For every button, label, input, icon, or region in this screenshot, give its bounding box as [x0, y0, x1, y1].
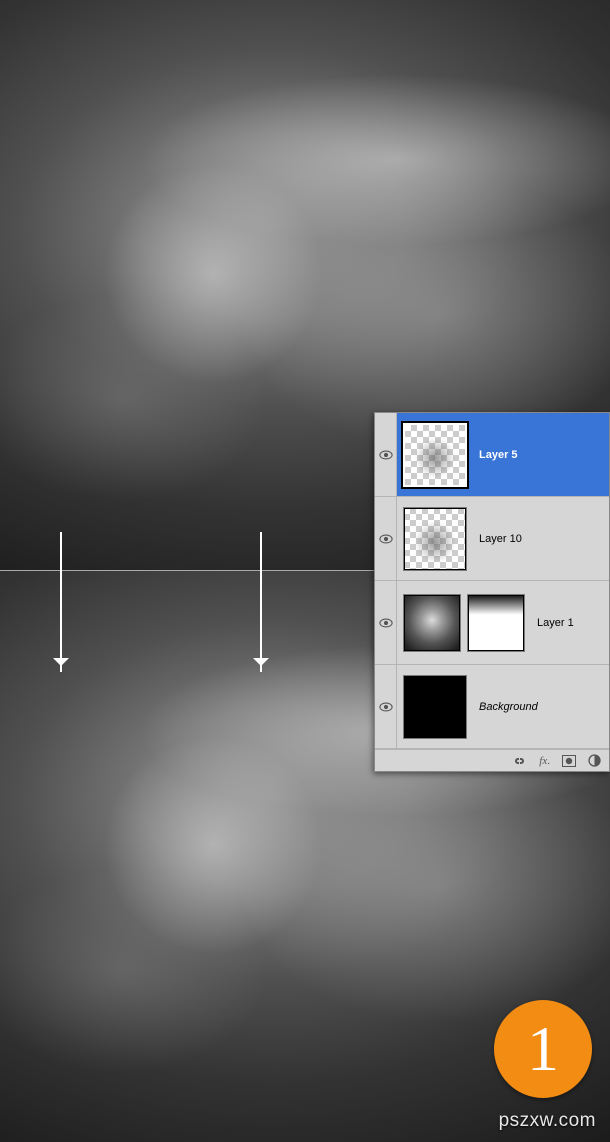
- eye-icon: [379, 700, 393, 714]
- layer-style-button[interactable]: fx.: [539, 755, 550, 767]
- adjustment-layer-button[interactable]: [588, 754, 601, 767]
- arrow-down-icon: [260, 532, 262, 672]
- adjustment-icon: [588, 754, 601, 767]
- fx-icon: fx.: [539, 755, 550, 767]
- layer-row-background[interactable]: Background: [375, 665, 609, 749]
- visibility-toggle[interactable]: [375, 581, 397, 664]
- layers-panel: Layer 5 Layer 10 Layer 1 Background: [374, 412, 610, 772]
- layer-thumbnail[interactable]: [403, 675, 467, 739]
- link-layers-button[interactable]: [511, 755, 527, 767]
- layer-name[interactable]: Layer 10: [473, 533, 609, 545]
- layer-thumbnail[interactable]: [403, 594, 461, 652]
- visibility-toggle[interactable]: [375, 413, 397, 496]
- watermark: pszxw.com: [499, 1110, 596, 1132]
- layers-panel-footer: fx.: [375, 749, 609, 771]
- step-number: 1: [527, 1017, 559, 1081]
- layer-row-layer10[interactable]: Layer 10: [375, 497, 609, 581]
- layer-row-layer5[interactable]: Layer 5: [375, 413, 609, 497]
- eye-icon: [379, 448, 393, 462]
- visibility-toggle[interactable]: [375, 497, 397, 580]
- visibility-toggle[interactable]: [375, 665, 397, 748]
- arrow-down-icon: [60, 532, 62, 672]
- link-icon: [511, 755, 527, 767]
- layer-name[interactable]: Layer 1: [531, 617, 609, 629]
- layer-thumbnail[interactable]: [403, 423, 467, 487]
- eye-icon: [379, 532, 393, 546]
- layer-name[interactable]: Background: [473, 701, 609, 713]
- add-mask-button[interactable]: [562, 755, 576, 767]
- mask-icon: [562, 755, 576, 767]
- layer-name[interactable]: Layer 5: [473, 449, 609, 461]
- layer-thumbnail[interactable]: [403, 507, 467, 571]
- eye-icon: [379, 616, 393, 630]
- layer-mask-thumbnail[interactable]: [467, 594, 525, 652]
- step-number-badge: 1: [494, 1000, 592, 1098]
- layer-row-layer1[interactable]: Layer 1: [375, 581, 609, 665]
